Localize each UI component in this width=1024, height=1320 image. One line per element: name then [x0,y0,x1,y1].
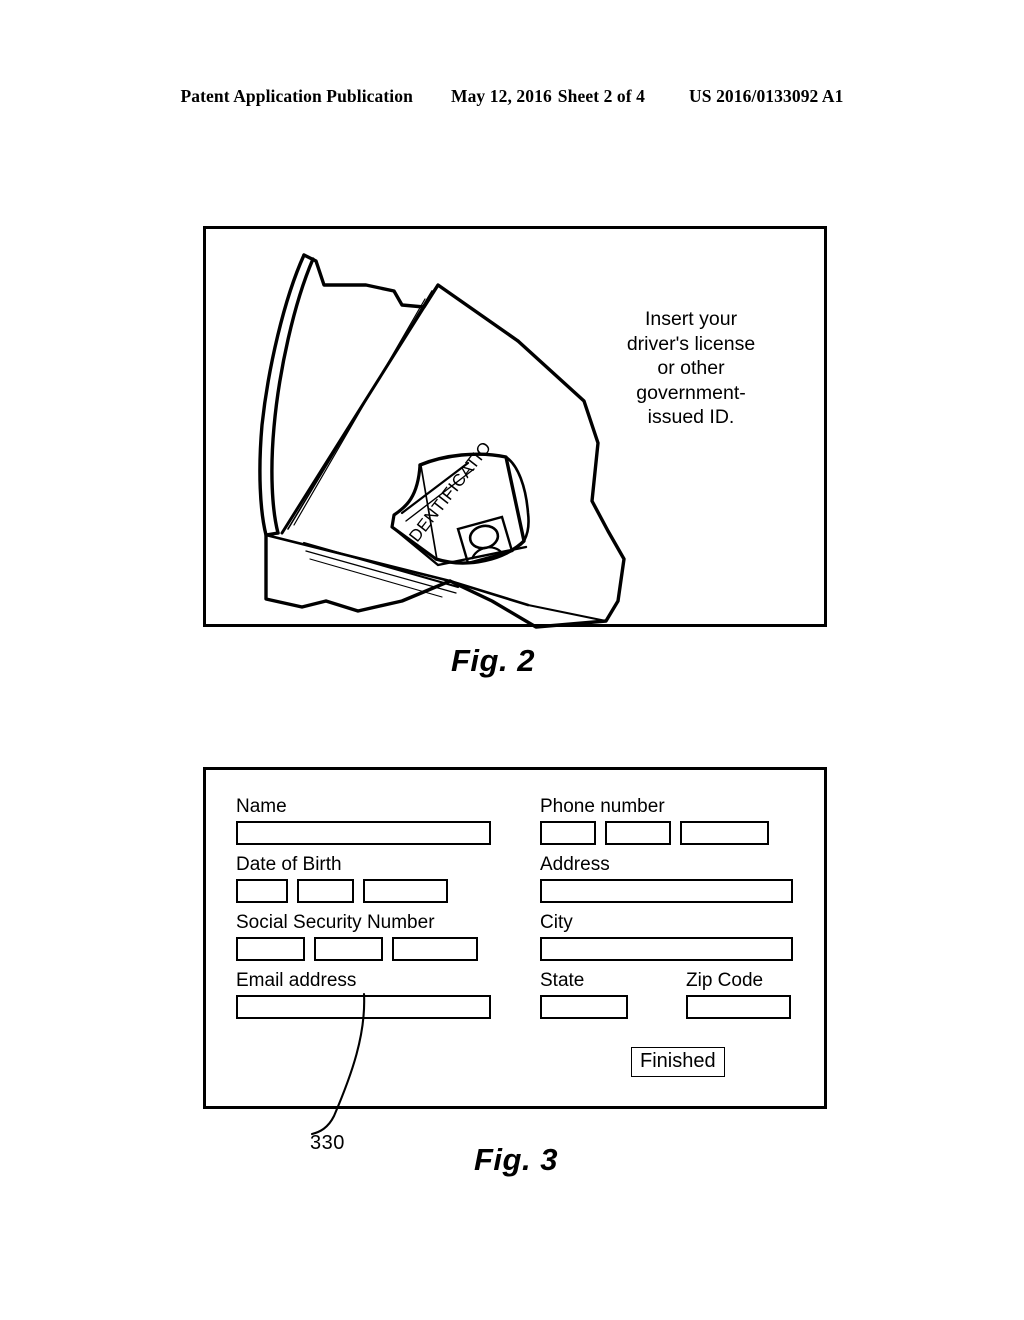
input-phone-area-code[interactable] [540,821,596,845]
header-date: May 12, 2016 [450,86,552,106]
label-email-address: Email address [236,970,357,991]
label-name: Name [236,796,287,817]
field-group-name: Name [236,796,494,845]
state-zip-row: State Zip Code [540,970,800,1019]
input-phone-line[interactable] [680,821,769,845]
insert-id-instruction-text: Insert your driver's license or other go… [587,307,795,430]
label-zip-code: Zip Code [686,970,764,991]
form-right-column: Phone number Address City State Zip Code [540,796,800,1019]
field-group-state: State [540,970,628,1019]
kiosk-id-insertion-illustration: IDENTIFICATIO [258,253,626,629]
field-group-social-security-number: Social Security Number [236,912,494,961]
field-group-phone-number: Phone number [540,796,800,845]
input-address[interactable] [540,879,793,903]
finished-button-wrapper: Finished [631,1047,725,1077]
label-date-of-birth: Date of Birth [236,854,342,875]
label-state: State [540,970,585,991]
figure-2-caption: Fig. 2 [451,643,535,678]
input-row-social-security-number [236,937,494,961]
finished-button[interactable]: Finished [631,1047,725,1077]
field-group-zip-code: Zip Code [686,970,791,1019]
field-group-city: City [540,912,800,961]
figure-2-frame: IDENTIFICATIO Insert your driver's licen… [203,226,827,629]
input-ssn-part1[interactable] [236,937,305,961]
input-row-phone-number [540,821,800,845]
input-ssn-part3[interactable] [392,937,478,961]
header-patent-number: US 2016/0133092 A1 [689,86,844,106]
input-dob-year[interactable] [363,879,448,903]
instruction-line-5: issued ID. [647,406,735,428]
input-row-date-of-birth [236,879,494,903]
reference-numeral-330: 330 [310,1132,345,1154]
label-social-security-number: Social Security Number [236,912,435,933]
input-row-city [540,937,800,961]
instruction-line-2: driver's license [626,332,756,355]
header-publication-title: Patent Application Publication [180,86,413,106]
input-dob-day[interactable] [297,879,354,903]
input-row-address [540,879,800,903]
input-zip-code[interactable] [686,995,791,1019]
field-group-date-of-birth: Date of Birth [236,854,494,903]
input-dob-month[interactable] [236,879,288,903]
field-group-address: Address [540,854,800,903]
instruction-line-4: government- [636,381,746,404]
input-ssn-part2[interactable] [314,937,383,961]
input-phone-prefix[interactable] [605,821,671,845]
instruction-line-3: or other [657,357,725,379]
header-sheet-number: Sheet 2 of 4 [557,86,646,106]
label-city: City [540,912,573,933]
instruction-line-1: Insert your [644,308,738,330]
label-phone-number: Phone number [540,796,665,817]
input-state[interactable] [540,995,628,1019]
input-row-name [236,821,494,845]
input-city[interactable] [540,937,793,961]
page-header: Patent Application Publication May 12, 20… [0,86,1024,107]
reference-leader-line-330 [310,992,366,1136]
figure-3-caption: Fig. 3 [474,1142,558,1177]
input-name[interactable] [236,821,491,845]
label-address: Address [540,854,610,875]
